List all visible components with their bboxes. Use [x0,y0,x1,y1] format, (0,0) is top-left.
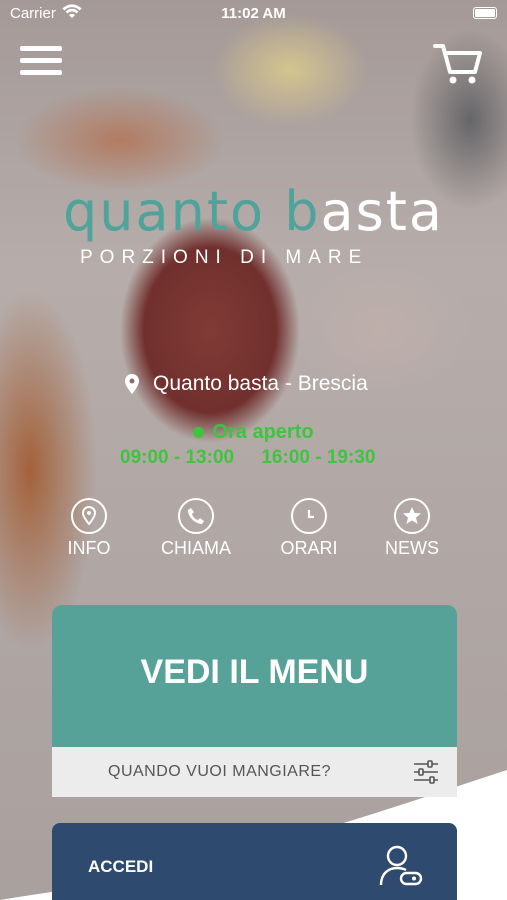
hours-afternoon: 16:00 - 19:30 [261,447,376,468]
filter-sliders-icon [414,760,438,784]
login-label: ACCEDI [88,857,154,876]
open-status: Ora aperto [0,421,507,444]
logo-tagline: PORZIONI DI MARE [80,247,369,268]
star-icon [394,498,430,534]
logo-text-1: quanto [63,180,266,243]
clock-icon [291,498,327,534]
hours-morning: 09:00 - 13:00 [120,447,235,468]
opening-hours: 09:00 - 13:00 16:00 - 19:30 [120,447,397,469]
when-to-eat-label: QUANDO VUOI MANGIARE? [108,763,331,780]
action-call-label: CHIAMA [160,538,231,558]
action-info-label: INFO [67,538,111,558]
menu-hamburger-icon[interactable] [20,46,62,80]
clock-time: 11:02 AM [221,5,286,22]
view-menu-button[interactable]: VEDI IL MENU [52,605,457,747]
when-to-eat-selector[interactable]: QUANDO VUOI MANGIARE? [52,747,457,797]
app-screen: Carrier 11:02 AM quanto basta PORZIONI D… [0,0,507,900]
logo-text-2: b [284,180,321,243]
restaurant-location: Quanto basta - Brescia [125,372,368,396]
cart-icon[interactable] [433,42,483,86]
action-hours-label: ORARI [280,538,338,558]
open-label: Ora aperto [212,421,314,443]
action-news[interactable]: NEWS [367,498,457,559]
map-pin-icon [125,374,139,394]
open-dot-icon [193,427,205,439]
action-call[interactable]: CHIAMA [151,498,241,559]
view-menu-label: VEDI IL MENU [140,653,369,691]
battery-icon [473,7,497,19]
status-bar: Carrier 11:02 AM [0,0,507,28]
user-login-icon [379,845,423,886]
action-hours[interactable]: ORARI [264,498,354,559]
brand-logo: quanto basta PORZIONI DI MARE [0,180,507,269]
action-news-label: NEWS [385,538,439,558]
location-text: Quanto basta - Brescia [153,372,368,395]
phone-icon [178,498,214,534]
login-button[interactable]: ACCEDI [52,823,457,900]
logo-text-3: asta [320,180,444,243]
location-pin-icon [71,498,107,534]
action-info[interactable]: INFO [44,498,134,559]
